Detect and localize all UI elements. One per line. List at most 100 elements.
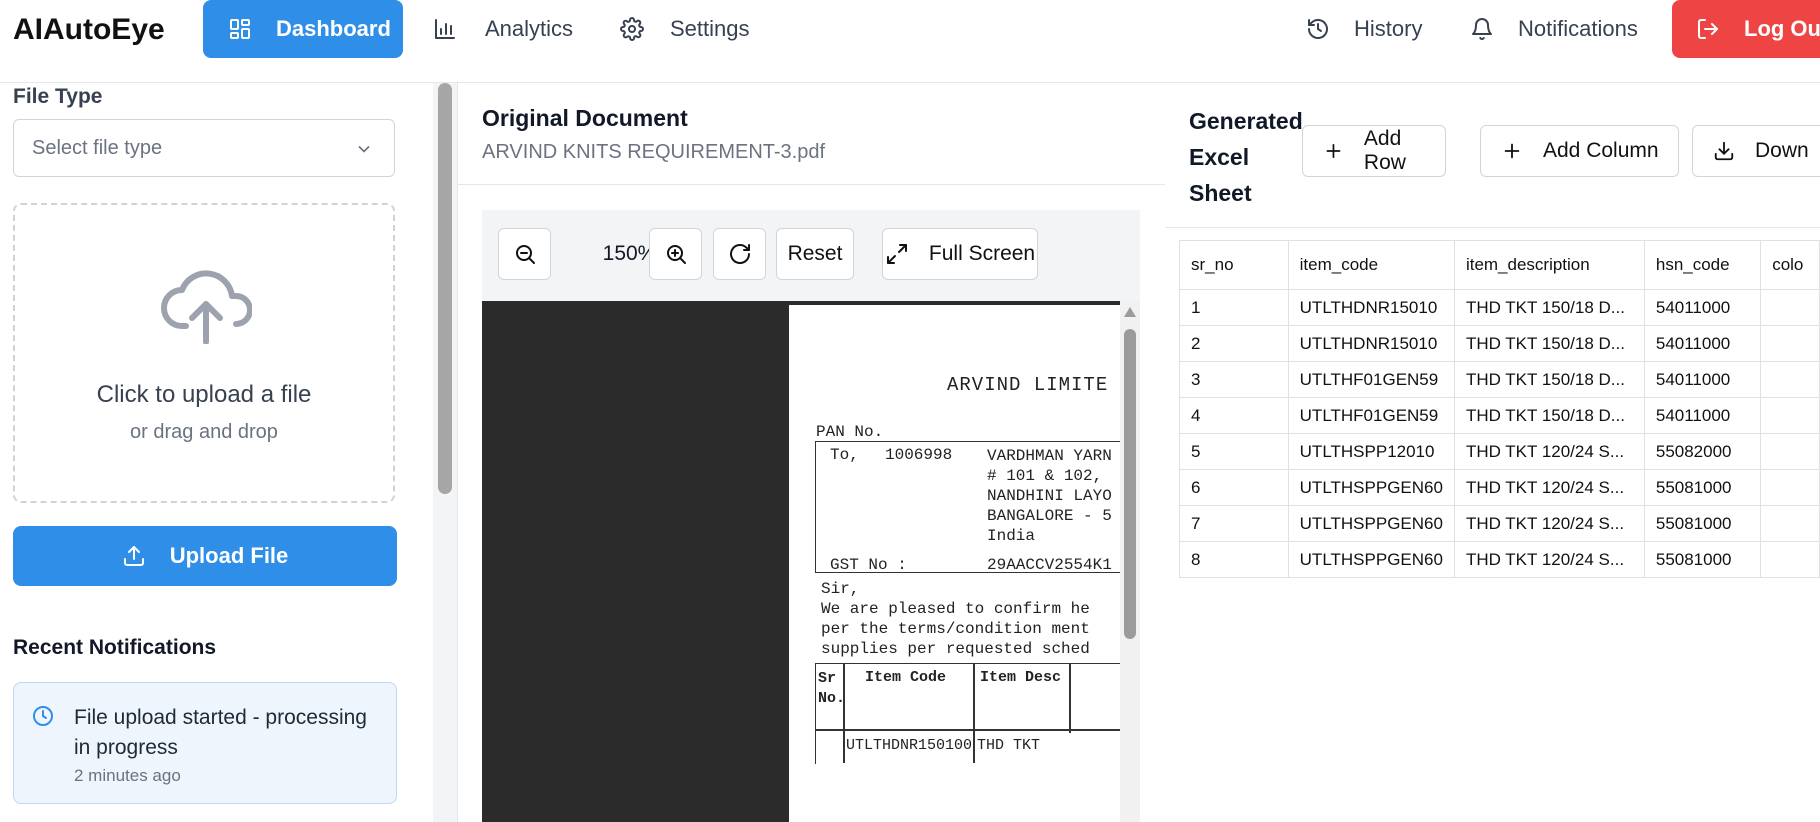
pdf-body-line: supplies per requested sched [821,640,1090,658]
table-row: 2 UTLTHDNR15010 THD TKT 150/18 D... 5401… [1179,325,1820,362]
nav-history-label: History [1354,16,1423,41]
table-row: 7 UTLTHSPPGEN60 THD TKT 120/24 S... 5508… [1179,505,1820,542]
table-cell[interactable] [1760,433,1820,470]
table-cell[interactable]: UTLTHF01GEN59 [1287,397,1455,434]
history-clock-icon [1308,19,1328,39]
reset-button[interactable]: Reset [776,228,854,280]
pdf-page: ARVIND LIMITE PAN No. To, 1006998 VARDHM… [789,305,1134,822]
table-cell[interactable]: 54011000 [1643,289,1762,326]
bell-icon [1472,18,1492,40]
nav-history[interactable]: History [1306,0,1446,58]
table-cell[interactable] [1760,325,1820,362]
table-cell[interactable] [1760,361,1820,398]
table-cell[interactable] [1760,541,1820,578]
column-header[interactable]: item_description [1453,240,1645,290]
table-cell[interactable] [1760,469,1820,506]
pdf-th-sr-line2: No. [818,690,846,707]
table-cell[interactable]: 55081000 [1643,505,1762,542]
pdf-scrollbar-thumb[interactable] [1124,329,1136,639]
download-button[interactable]: Down [1692,125,1820,177]
top-navigation-bar: AIAutoEye Dashboard Analytics Settings H… [0,0,1820,83]
upload-file-button[interactable]: Upload File [13,526,397,586]
full-screen-label: Full Screen [928,242,1036,265]
table-row: 8 UTLTHSPPGEN60 THD TKT 120/24 S... 5508… [1179,541,1820,578]
pdf-page-area[interactable]: ARVIND LIMITE PAN No. To, 1006998 VARDHM… [482,301,1140,822]
table-cell[interactable]: UTLTHF01GEN59 [1287,361,1455,398]
notification-card: File upload started - processing in prog… [13,682,397,804]
rotate-button[interactable] [713,228,766,280]
pdf-scrollbar[interactable] [1120,301,1140,822]
table-cell[interactable]: UTLTHSPPGEN60 [1287,505,1455,542]
table-cell[interactable]: 55082000 [1643,433,1762,470]
nav-settings[interactable]: Settings [620,0,780,58]
table-cell[interactable]: UTLTHSPPGEN60 [1287,469,1455,506]
add-column-button[interactable]: Add Column [1480,125,1679,177]
table-cell[interactable]: 54011000 [1643,325,1762,362]
table-cell[interactable]: 2 [1179,325,1289,362]
column-header[interactable]: item_code [1287,240,1455,290]
zoom-in-icon [666,245,686,264]
table-cell[interactable] [1760,397,1820,434]
table-cell[interactable]: UTLTHSPP12010 [1287,433,1455,470]
table-cell[interactable]: 7 [1179,505,1289,542]
table-cell[interactable]: THD TKT 120/24 S... [1453,505,1645,542]
zoom-out-button[interactable] [498,228,551,280]
table-cell[interactable]: UTLTHDNR15010 [1287,325,1455,362]
nav-notifications[interactable]: Notifications [1470,0,1670,58]
document-filename: ARVIND KNITS REQUIREMENT-3.pdf [482,141,826,163]
table-cell[interactable]: THD TKT 120/24 S... [1453,541,1645,578]
table-cell[interactable]: THD TKT 150/18 D... [1453,325,1645,362]
table-cell[interactable]: 8 [1179,541,1289,578]
table-row: 1 UTLTHDNR15010 THD TKT 150/18 D... 5401… [1179,289,1820,326]
table-cell[interactable]: 54011000 [1643,361,1762,398]
table-cell[interactable]: 4 [1179,397,1289,434]
table-cell[interactable]: THD TKT 120/24 S... [1453,433,1645,470]
table-cell[interactable]: THD TKT 150/18 D... [1453,289,1645,326]
pdf-address-line: BANGALORE - 5 [987,507,1112,525]
upload-sidebar: File Type Select file type Click to uplo… [0,83,433,822]
add-row-label: Add Row [1363,127,1406,174]
table-cell[interactable]: UTLTHDNR15010 [1287,289,1455,326]
table-cell[interactable] [1760,289,1820,326]
rotate-icon [729,244,750,264]
file-type-select[interactable]: Select file type [13,119,395,177]
table-cell[interactable]: THD TKT 150/18 D... [1453,397,1645,434]
plus-icon [1326,144,1341,158]
nav-dashboard[interactable]: Dashboard [203,0,403,58]
pdf-th-item-code: Item Code [865,669,947,686]
file-dropzone[interactable]: Click to upload a file or drag and drop [13,203,395,503]
pdf-greeting: Sir, [821,580,860,598]
table-cell[interactable]: 55081000 [1643,541,1762,578]
column-header[interactable]: sr_no [1179,240,1289,290]
pdf-letter-body: Sir, We are pleased to confirm he per th… [821,579,1090,659]
dropzone-title: Click to upload a file [96,381,312,408]
table-row: 6 UTLTHSPPGEN60 THD TKT 120/24 S... 5508… [1179,469,1820,506]
nav-analytics[interactable]: Analytics [433,0,593,58]
divider [1165,227,1820,228]
upload-icon [123,546,144,566]
plus-icon [1504,143,1520,159]
table-cell[interactable] [1760,505,1820,542]
pdf-body-line: per the terms/condition ment [821,620,1090,638]
cloud-upload-icon [161,270,252,344]
full-screen-button[interactable]: Full Screen [882,228,1038,280]
pdf-body-line: We are pleased to confirm he [821,600,1090,618]
table-cell[interactable]: THD TKT 150/18 D... [1453,361,1645,398]
scroll-up-arrow-icon[interactable] [1124,307,1136,317]
table-cell[interactable]: 55081000 [1643,469,1762,506]
table-cell[interactable]: 3 [1179,361,1289,398]
table-cell[interactable]: UTLTHSPPGEN60 [1287,541,1455,578]
zoom-in-button[interactable] [649,228,702,280]
pdf-gst-value: 29AACCV2554K1 [987,556,1112,574]
column-header[interactable]: hsn_code [1643,240,1762,290]
table-cell[interactable]: 5 [1179,433,1289,470]
table-cell[interactable]: 6 [1179,469,1289,506]
add-row-button[interactable]: Add Row [1302,125,1446,177]
sidebar-scrollbar-thumb[interactable] [438,83,452,494]
column-header[interactable]: colo [1760,240,1820,290]
logout-button[interactable]: Log Out [1672,0,1820,58]
table-cell[interactable]: 1 [1179,289,1289,326]
app-logo[interactable]: AIAutoEye [13,12,165,48]
table-cell[interactable]: 54011000 [1643,397,1762,434]
table-cell[interactable]: THD TKT 120/24 S... [1453,469,1645,506]
